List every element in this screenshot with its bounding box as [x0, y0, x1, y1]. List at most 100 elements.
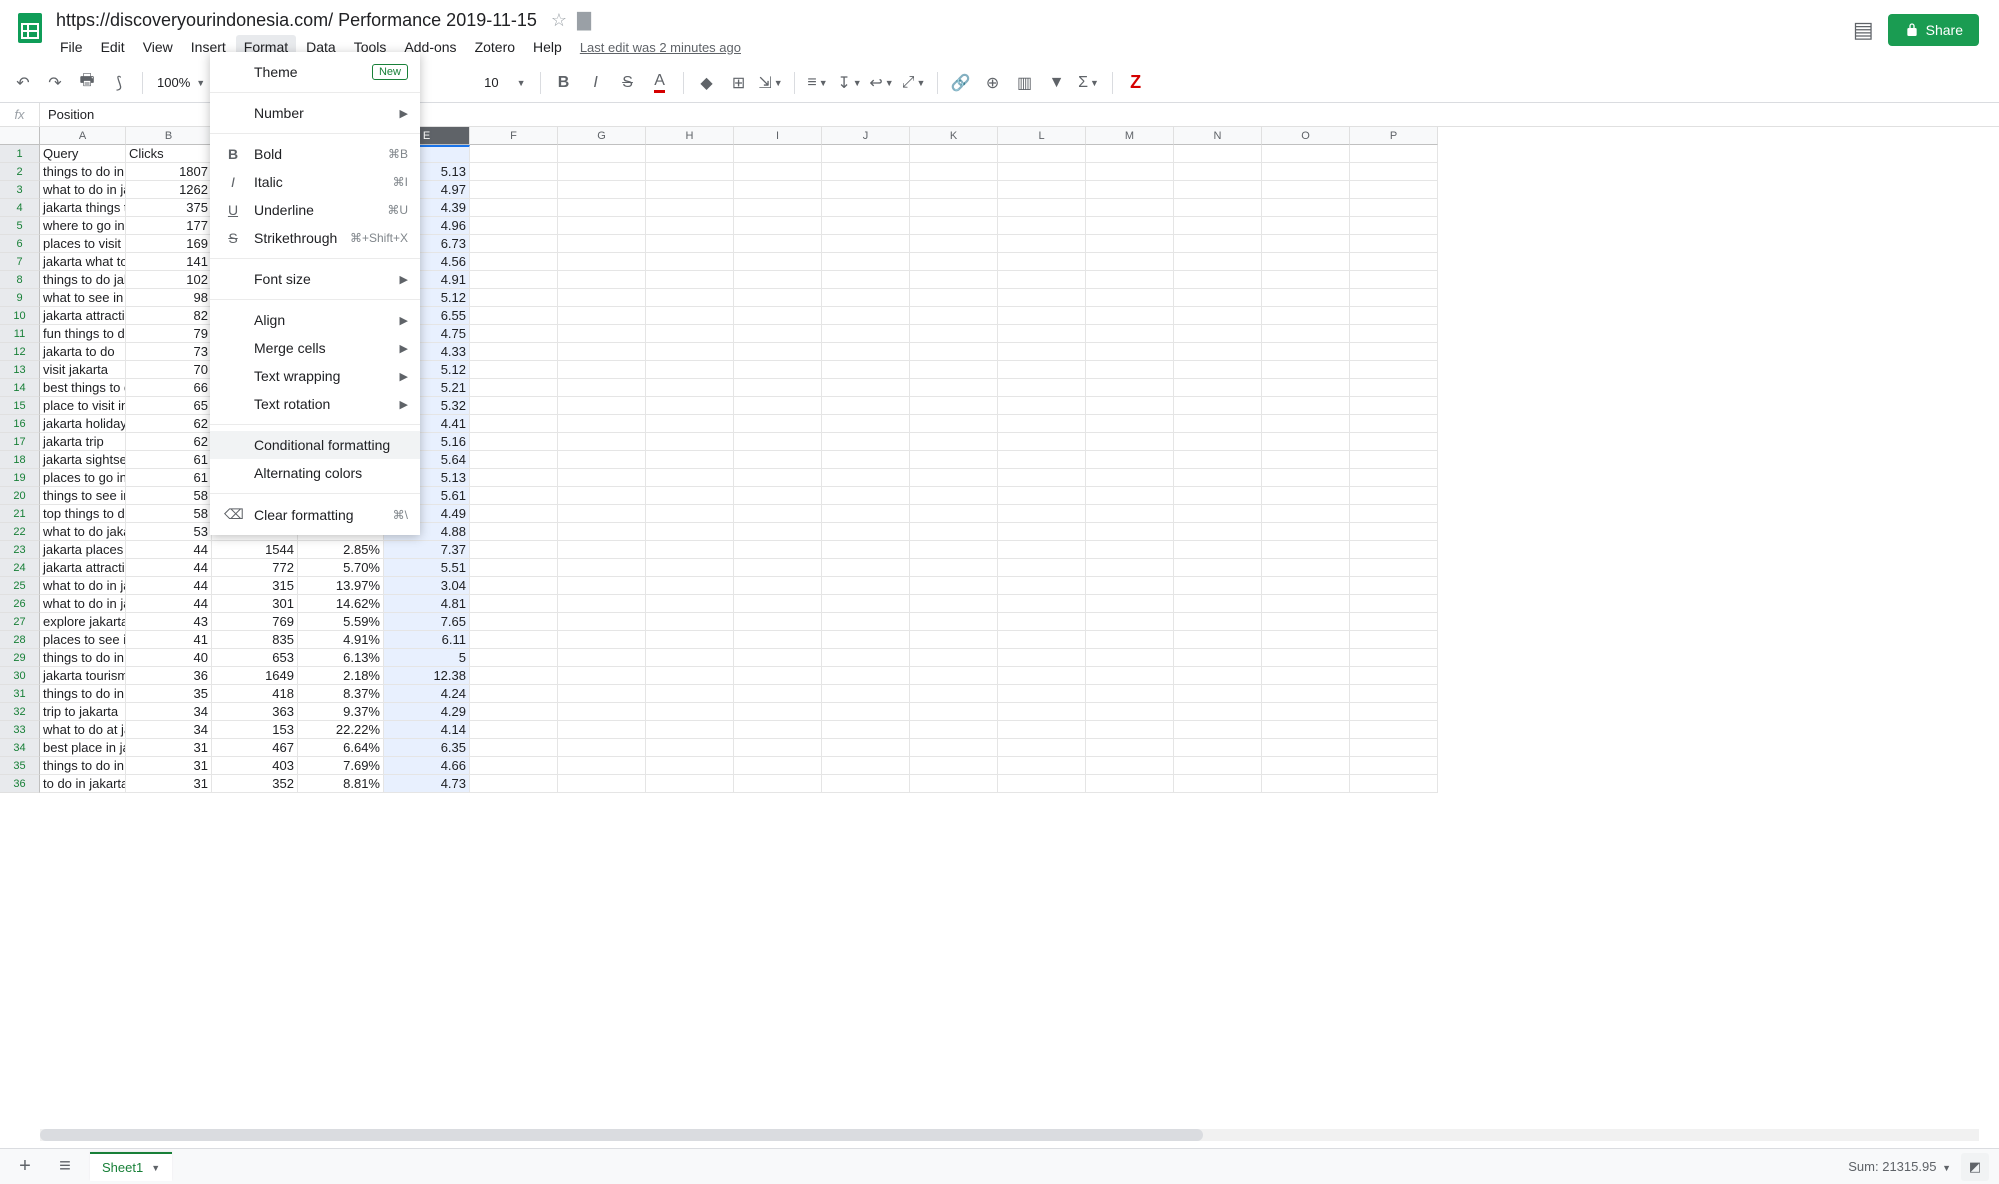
- row-header[interactable]: 33: [0, 721, 40, 739]
- cell[interactable]: [646, 145, 734, 163]
- cell[interactable]: [470, 487, 558, 505]
- cell[interactable]: [822, 595, 910, 613]
- cell[interactable]: [470, 289, 558, 307]
- cell[interactable]: 31: [126, 739, 212, 757]
- cell[interactable]: [734, 271, 822, 289]
- cell[interactable]: [470, 703, 558, 721]
- cell[interactable]: [558, 379, 646, 397]
- cell[interactable]: [822, 667, 910, 685]
- cell[interactable]: 7.37: [384, 541, 470, 559]
- cell[interactable]: [1262, 307, 1350, 325]
- cell[interactable]: [470, 613, 558, 631]
- cell[interactable]: [558, 487, 646, 505]
- cell[interactable]: 1262: [126, 181, 212, 199]
- cell[interactable]: [1174, 559, 1262, 577]
- cell[interactable]: [1174, 523, 1262, 541]
- cell[interactable]: [822, 235, 910, 253]
- cell[interactable]: [734, 253, 822, 271]
- cell[interactable]: [558, 577, 646, 595]
- cell[interactable]: [998, 541, 1086, 559]
- cell[interactable]: [998, 145, 1086, 163]
- cell[interactable]: [470, 325, 558, 343]
- cell[interactable]: [910, 505, 998, 523]
- cell[interactable]: [558, 703, 646, 721]
- cell[interactable]: [646, 451, 734, 469]
- cell[interactable]: [1174, 181, 1262, 199]
- cell[interactable]: [1174, 631, 1262, 649]
- cell[interactable]: 31: [126, 757, 212, 775]
- cell[interactable]: [734, 433, 822, 451]
- cell[interactable]: [558, 145, 646, 163]
- cell[interactable]: [734, 469, 822, 487]
- cell[interactable]: [998, 775, 1086, 793]
- cell[interactable]: [1262, 199, 1350, 217]
- cell[interactable]: [998, 451, 1086, 469]
- cell[interactable]: [1086, 685, 1174, 703]
- cell[interactable]: [1174, 217, 1262, 235]
- cell[interactable]: [1262, 433, 1350, 451]
- cell[interactable]: [734, 145, 822, 163]
- cell[interactable]: [998, 235, 1086, 253]
- cell[interactable]: [998, 343, 1086, 361]
- column-header[interactable]: P: [1350, 127, 1438, 145]
- cell[interactable]: 769: [212, 613, 298, 631]
- cell[interactable]: [1174, 739, 1262, 757]
- cell[interactable]: [1350, 631, 1438, 649]
- cell[interactable]: [1350, 361, 1438, 379]
- cell[interactable]: [558, 757, 646, 775]
- print-button[interactable]: 🖶: [72, 69, 102, 97]
- cell[interactable]: places to visit in j: [40, 235, 126, 253]
- column-header[interactable]: O: [1262, 127, 1350, 145]
- valign-button[interactable]: ↧ ▼: [835, 69, 865, 97]
- row-header[interactable]: 35: [0, 757, 40, 775]
- italic-button[interactable]: I: [581, 69, 611, 97]
- cell[interactable]: [734, 631, 822, 649]
- cell[interactable]: [822, 703, 910, 721]
- cell[interactable]: [1086, 217, 1174, 235]
- row-header[interactable]: 12: [0, 343, 40, 361]
- row-header[interactable]: 22: [0, 523, 40, 541]
- cell[interactable]: [558, 271, 646, 289]
- row-header[interactable]: 4: [0, 199, 40, 217]
- row-header[interactable]: 36: [0, 775, 40, 793]
- cell[interactable]: [822, 217, 910, 235]
- cell[interactable]: [734, 667, 822, 685]
- cell[interactable]: [1262, 721, 1350, 739]
- cell[interactable]: [646, 397, 734, 415]
- cell[interactable]: [1174, 325, 1262, 343]
- cell[interactable]: [1350, 613, 1438, 631]
- cell[interactable]: [734, 541, 822, 559]
- cell[interactable]: [822, 343, 910, 361]
- cell[interactable]: [998, 595, 1086, 613]
- cell[interactable]: 13.97%: [298, 577, 384, 595]
- cell[interactable]: [558, 523, 646, 541]
- column-header[interactable]: K: [910, 127, 998, 145]
- cell[interactable]: [1086, 703, 1174, 721]
- cell[interactable]: [998, 703, 1086, 721]
- row-header[interactable]: 17: [0, 433, 40, 451]
- cell[interactable]: [1086, 433, 1174, 451]
- cell[interactable]: [1262, 361, 1350, 379]
- cell[interactable]: 7.69%: [298, 757, 384, 775]
- cell[interactable]: [910, 271, 998, 289]
- cell[interactable]: [646, 199, 734, 217]
- cell[interactable]: [646, 631, 734, 649]
- cell[interactable]: [1350, 595, 1438, 613]
- cell[interactable]: [1174, 235, 1262, 253]
- cell[interactable]: 418: [212, 685, 298, 703]
- cell[interactable]: [1174, 361, 1262, 379]
- cell[interactable]: [558, 595, 646, 613]
- cell[interactable]: [1350, 253, 1438, 271]
- cell[interactable]: [1086, 757, 1174, 775]
- cell[interactable]: [1086, 721, 1174, 739]
- cell[interactable]: 7.65: [384, 613, 470, 631]
- horizontal-scrollbar[interactable]: [40, 1129, 1979, 1141]
- cell[interactable]: [1086, 469, 1174, 487]
- cell[interactable]: [910, 289, 998, 307]
- cell[interactable]: [1174, 289, 1262, 307]
- borders-button[interactable]: ⊞: [724, 69, 754, 97]
- cell[interactable]: [1350, 757, 1438, 775]
- cell[interactable]: [646, 649, 734, 667]
- cell[interactable]: [1262, 703, 1350, 721]
- cell[interactable]: 772: [212, 559, 298, 577]
